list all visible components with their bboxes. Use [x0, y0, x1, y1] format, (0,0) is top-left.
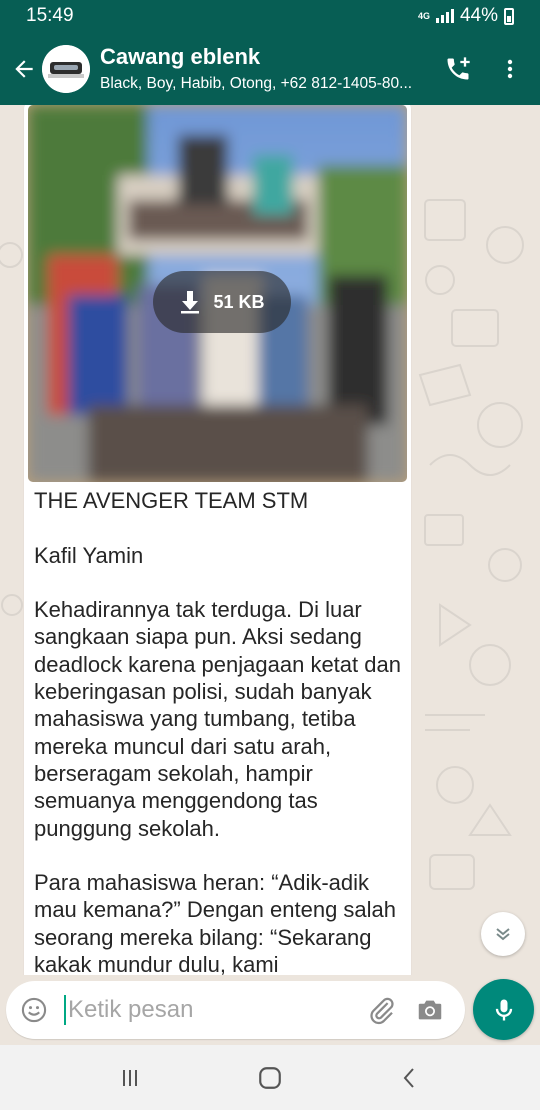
message-paragraph: Para mahasiswa heran: “Adik-adik mau kem… [34, 870, 397, 975]
text-cursor [64, 995, 66, 1025]
home-button[interactable] [240, 1053, 300, 1103]
chat-title: Cawang eblenk [100, 44, 261, 69]
system-navigation-bar [0, 1045, 540, 1110]
back-arrow-icon [15, 59, 33, 78]
back-nav-button[interactable] [380, 1053, 440, 1103]
chat-title-block[interactable]: Cawang eblenk Black, Boy, Habib, Otong, … [100, 44, 432, 93]
chat-participants: Black, Boy, Habib, Otong, +62 812-1405-8… [100, 75, 413, 92]
home-icon [259, 1066, 281, 1089]
battery-percent: 44% [459, 5, 498, 26]
network-type-label: 4G [417, 10, 430, 21]
group-avatar-image [42, 44, 90, 93]
double-chevron-down-icon [496, 928, 510, 941]
status-time: 15:49 [26, 5, 74, 26]
more-options-button[interactable] [484, 41, 536, 97]
more-vert-icon [507, 59, 513, 78]
message-bubble[interactable]: 51 KB THE AVENGER TEAM STM Kafil Yamin K… [24, 105, 411, 975]
download-size-label: 51 KB [213, 291, 265, 312]
composer-bar [0, 975, 540, 1045]
recent-apps-button[interactable] [100, 1053, 160, 1103]
chat-header: Cawang eblenk Black, Boy, Habib, Otong, … [0, 32, 540, 105]
message-author: Kafil Yamin [34, 542, 144, 568]
message-heading: THE AVENGER TEAM STM [34, 488, 309, 513]
camera-icon [418, 1000, 442, 1020]
download-arrow-icon [181, 291, 200, 314]
message-paragraph: Kehadirannya tak terduga. Di luar sangka… [34, 597, 401, 841]
chat-messages[interactable]: 51 KB THE AVENGER TEAM STM Kafil Yamin K… [0, 105, 540, 975]
paperclip-icon [370, 997, 394, 1025]
emoji-button[interactable] [6, 982, 62, 1038]
group-avatar[interactable] [42, 44, 90, 93]
status-bar: 15:49 4G 44% [0, 0, 540, 32]
scroll-to-bottom-button[interactable] [481, 912, 525, 956]
microphone-icon [495, 999, 512, 1020]
status-indicators: 4G 44% [418, 5, 514, 27]
download-image-button[interactable]: 51 KB [153, 271, 291, 333]
battery-icon [504, 7, 514, 25]
attach-button[interactable] [358, 982, 406, 1038]
signal-icon [435, 9, 454, 23]
add-call-button[interactable] [432, 41, 484, 97]
chevron-left-icon [403, 1067, 414, 1088]
message-input[interactable] [68, 996, 348, 1024]
message-image[interactable]: 51 KB [28, 105, 407, 482]
voice-message-button[interactable] [473, 979, 534, 1040]
back-button[interactable] [6, 41, 42, 97]
emoji-icon [21, 997, 47, 1023]
message-input-container [6, 981, 465, 1039]
add-call-icon [447, 56, 470, 79]
camera-button[interactable] [406, 982, 454, 1038]
recent-apps-icon [123, 1069, 137, 1086]
message-text: THE AVENGER TEAM STM Kafil Yamin Kehadir… [34, 487, 404, 975]
